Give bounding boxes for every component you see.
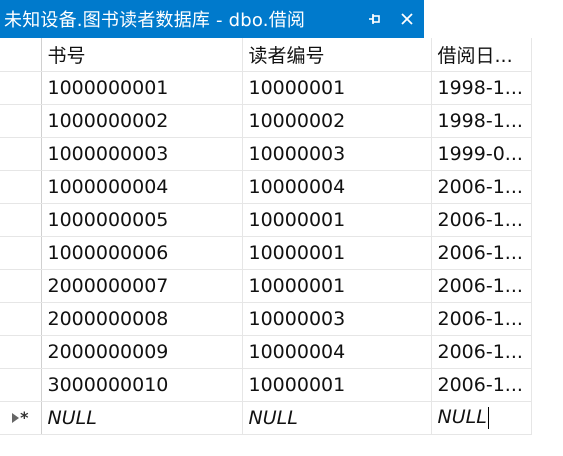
row-selector[interactable] (0, 368, 42, 402)
new-row-selector[interactable]: * (0, 401, 42, 435)
cell-reader-id[interactable]: 10000001 (242, 71, 432, 105)
new-row-borrow-date-text: NULL (437, 406, 487, 429)
table-row[interactable]: 3000000010 10000001 2006-1... (0, 368, 532, 402)
table-row[interactable]: 1000000006 10000001 2006-1... (0, 236, 532, 270)
cell-reader-id[interactable]: 10000001 (242, 269, 432, 303)
cell-borrow-date[interactable]: 1998-1... (431, 104, 532, 138)
new-row-cell-borrow-date[interactable]: NULL (431, 401, 532, 435)
row-selector[interactable] (0, 269, 42, 303)
cell-book-id[interactable]: 1000000001 (41, 71, 243, 105)
new-row-cell-reader-id[interactable]: NULL (242, 401, 432, 435)
row-selector[interactable] (0, 302, 42, 336)
column-header-reader-id[interactable]: 读者编号 (242, 38, 432, 72)
row-selector[interactable] (0, 71, 42, 105)
table-row[interactable]: 2000000009 10000004 2006-1... (0, 335, 532, 369)
document-tab[interactable]: 未知设备.图书读者数据库 - dbo.借阅 (0, 0, 424, 38)
cell-borrow-date[interactable]: 2006-1... (431, 203, 532, 237)
table-row[interactable]: 1000000002 10000002 1998-1... (0, 104, 532, 138)
cell-borrow-date[interactable]: 2006-1... (431, 335, 532, 369)
cell-borrow-date[interactable]: 2006-1... (431, 236, 532, 270)
cell-reader-id[interactable]: 10000001 (242, 368, 432, 402)
header-row: 书号 读者编号 借阅日... (0, 38, 532, 72)
select-all-corner[interactable] (0, 38, 42, 72)
table-row[interactable]: 1000000001 10000001 1998-1... (0, 71, 532, 105)
tab-title: 未知设备.图书读者数据库 - dbo.借阅 (4, 10, 306, 31)
cell-reader-id[interactable]: 10000004 (242, 170, 432, 204)
row-selector[interactable] (0, 104, 42, 138)
cell-borrow-date[interactable]: 2006-1... (431, 302, 532, 336)
new-row-cell-book-id[interactable]: NULL (41, 401, 243, 435)
results-grid: 书号 读者编号 借阅日... 1000000001 10000001 1998-… (0, 38, 532, 435)
close-icon[interactable] (396, 8, 418, 30)
column-header-book-id[interactable]: 书号 (41, 38, 243, 72)
cell-book-id[interactable]: 1000000002 (41, 104, 243, 138)
document-tab-bar: 未知设备.图书读者数据库 - dbo.借阅 (0, 0, 563, 38)
table-row[interactable]: 1000000005 10000001 2006-1... (0, 203, 532, 237)
table-row[interactable]: 1000000003 10000003 1999-0... (0, 137, 532, 171)
cell-book-id[interactable]: 1000000003 (41, 137, 243, 171)
cell-book-id[interactable]: 3000000010 (41, 368, 243, 402)
cell-book-id[interactable]: 2000000008 (41, 302, 243, 336)
cell-borrow-date[interactable]: 2006-1... (431, 170, 532, 204)
table-row[interactable]: 2000000008 10000003 2006-1... (0, 302, 532, 336)
cell-borrow-date[interactable]: 1999-0... (431, 137, 532, 171)
row-selector[interactable] (0, 335, 42, 369)
table-row[interactable]: 1000000004 10000004 2006-1... (0, 170, 532, 204)
pin-icon[interactable] (364, 8, 386, 30)
cell-reader-id[interactable]: 10000003 (242, 137, 432, 171)
column-header-borrow-date[interactable]: 借阅日... (431, 38, 532, 72)
cell-reader-id[interactable]: 10000001 (242, 236, 432, 270)
cell-reader-id[interactable]: 10000002 (242, 104, 432, 138)
new-row[interactable]: * NULL NULL NULL (0, 401, 532, 435)
cell-borrow-date[interactable]: 2006-1... (431, 368, 532, 402)
cell-book-id[interactable]: 2000000007 (41, 269, 243, 303)
cell-book-id[interactable]: 1000000006 (41, 236, 243, 270)
current-row-arrow-icon (12, 412, 20, 423)
cell-reader-id[interactable]: 10000003 (242, 302, 432, 336)
cell-reader-id[interactable]: 10000004 (242, 335, 432, 369)
cell-borrow-date[interactable]: 1998-1... (431, 71, 532, 105)
row-selector[interactable] (0, 203, 42, 237)
cell-borrow-date[interactable]: 2006-1... (431, 269, 532, 303)
cell-book-id[interactable]: 1000000005 (41, 203, 243, 237)
row-selector[interactable] (0, 236, 42, 270)
table-row[interactable]: 2000000007 10000001 2006-1... (0, 269, 532, 303)
cell-reader-id[interactable]: 10000001 (242, 203, 432, 237)
new-row-star-icon: * (20, 408, 29, 427)
cell-book-id[interactable]: 1000000004 (41, 170, 243, 204)
row-selector[interactable] (0, 170, 42, 204)
text-caret (487, 406, 489, 429)
cell-book-id[interactable]: 2000000009 (41, 335, 243, 369)
row-selector[interactable] (0, 137, 42, 171)
